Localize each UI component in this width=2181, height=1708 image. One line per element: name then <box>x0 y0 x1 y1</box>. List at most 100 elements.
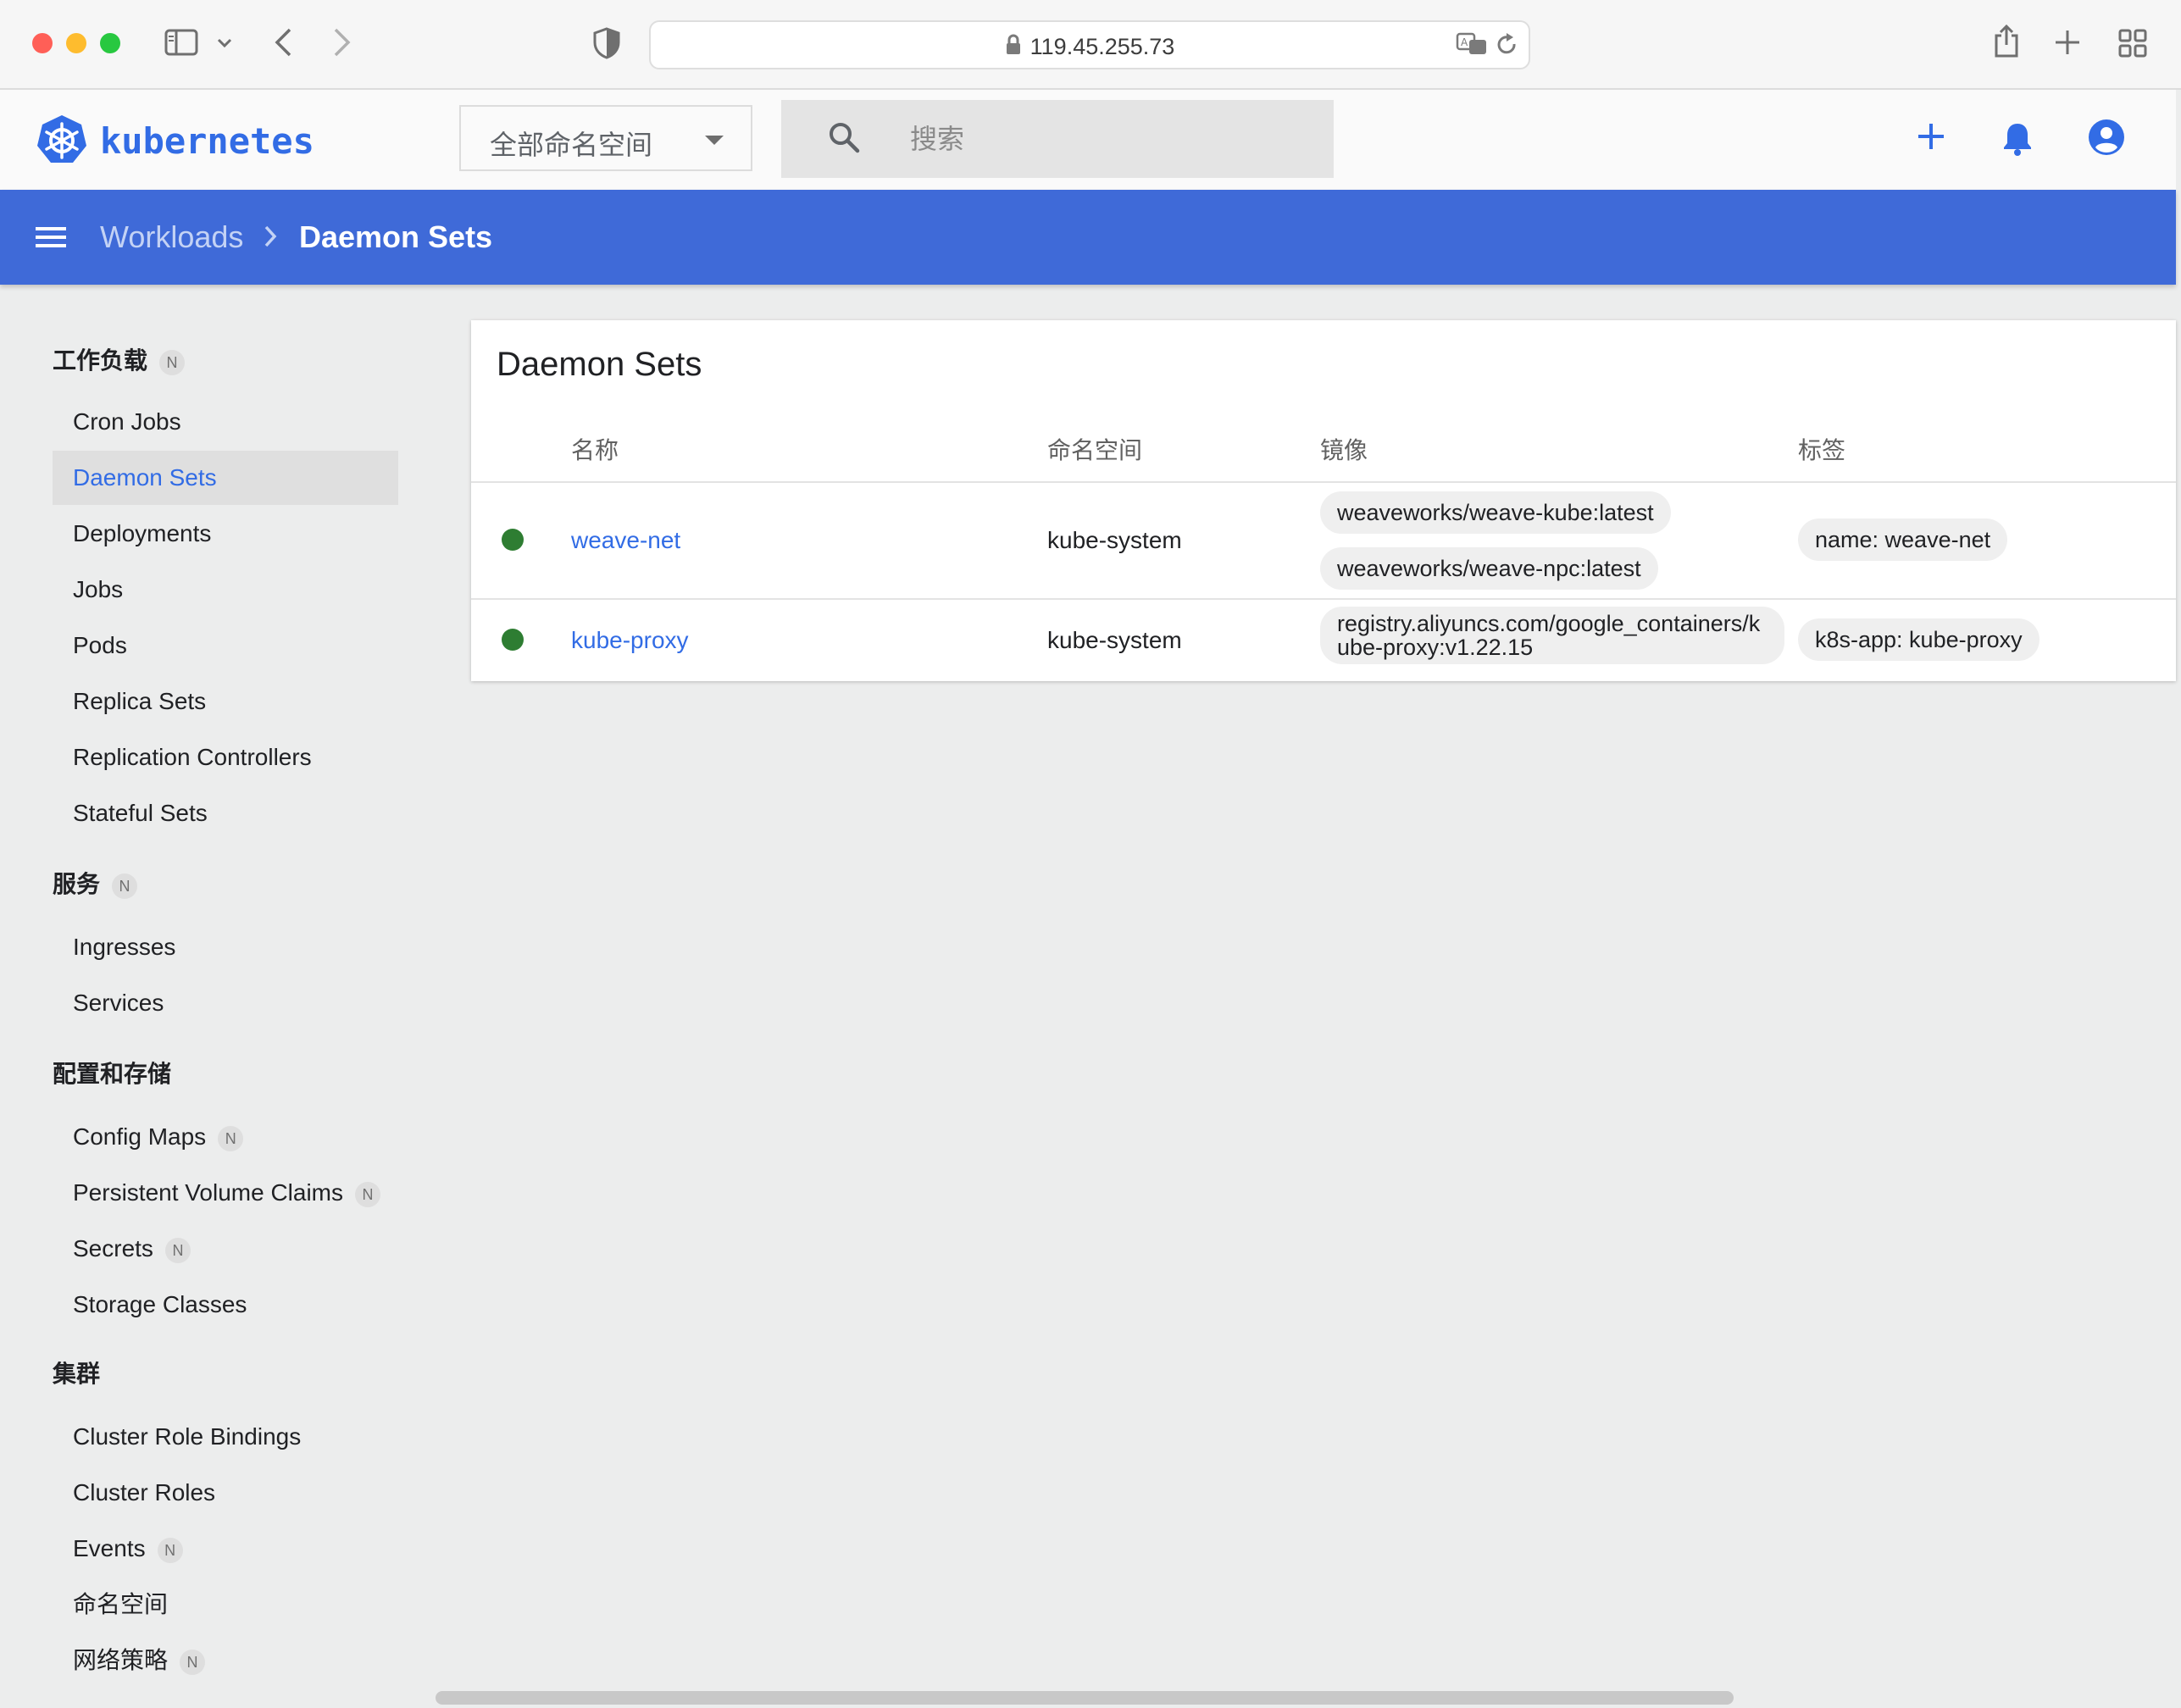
sidebar-section-cluster[interactable]: 集群 <box>53 1356 100 1389</box>
sidebar-item-label: Replication Controllers <box>73 744 312 770</box>
sidebar-item-cluster-roles[interactable]: Cluster Roles <box>53 1466 398 1520</box>
address-bar[interactable]: 119.45.255.73 A <box>649 20 1530 69</box>
tab-overview-icon[interactable] <box>2118 29 2147 62</box>
sidebar-item-label: 命名空间 <box>73 1591 169 1617</box>
status-running-icon <box>502 629 524 651</box>
sidebar-item-pods[interactable]: Pods <box>53 618 398 673</box>
table-divider <box>471 598 2176 600</box>
new-badge: N <box>159 349 186 375</box>
notifications-bell-icon[interactable] <box>2001 120 2034 160</box>
sidebar-item-stateful-sets[interactable]: Stateful Sets <box>53 786 398 840</box>
table-divider <box>471 481 2176 483</box>
new-badge: N <box>164 1237 191 1263</box>
namespace-select[interactable]: 全部命名空间 <box>459 105 752 171</box>
sidebar-item-secrets[interactable]: Secrets N <box>53 1222 398 1276</box>
search-box[interactable] <box>781 100 1334 178</box>
sidebar-item-label: Ingresses <box>73 934 176 960</box>
dropdown-arrow-icon <box>705 136 724 145</box>
sidebar-nav: 工作负载 N Cron Jobs Daemon Sets Deployments … <box>0 285 441 1700</box>
column-header-labels: 标签 <box>1798 437 1846 463</box>
daemonset-namespace: kube-system <box>1047 527 1182 553</box>
translate-icon[interactable]: A <box>1456 32 1488 60</box>
sidebar-item-label: Cluster Roles <box>73 1479 216 1506</box>
sidebar-item-label: 网络策略 <box>73 1647 169 1673</box>
sidebar-section-services[interactable]: 服务 N <box>53 866 138 900</box>
sidebar-item-label: Config Maps <box>73 1123 207 1150</box>
sidebar-item-persistent-volume-claims[interactable]: Persistent Volume Claims N <box>53 1166 398 1220</box>
kubernetes-logo-icon[interactable] <box>36 114 88 170</box>
sidebar-toggle-icon[interactable] <box>164 29 198 60</box>
chevron-right-icon <box>261 224 280 253</box>
window-zoom-button[interactable] <box>100 33 120 53</box>
horizontal-scrollbar[interactable] <box>436 1691 1734 1705</box>
sidebar-item-namespaces[interactable]: 命名空间 <box>53 1578 398 1632</box>
sidebar-section-workloads[interactable]: 工作负载 N <box>53 342 186 376</box>
label-chip: name: weave-net <box>1798 518 2008 561</box>
new-badge: N <box>355 1181 381 1207</box>
column-header-images: 镜像 <box>1320 437 1368 463</box>
sidebar-section-title: 工作负载 <box>53 347 148 374</box>
hamburger-menu-icon[interactable] <box>34 224 68 255</box>
image-chip: registry.aliyuncs.com/google_containers/… <box>1320 607 1784 664</box>
sidebar-section-title: 服务 <box>53 871 101 897</box>
sidebar-item-config-maps[interactable]: Config Maps N <box>53 1110 398 1164</box>
sidebar-item-deployments[interactable]: Deployments <box>53 507 398 561</box>
browser-chrome: 119.45.255.73 A <box>0 0 2181 90</box>
sidebar-item-label: Cron Jobs <box>73 408 181 435</box>
window-minimize-button[interactable] <box>66 33 86 53</box>
sidebar-item-events[interactable]: Events N <box>53 1522 398 1576</box>
sidebar-item-label: Pods <box>73 632 127 658</box>
image-chip: weaveworks/weave-kube:latest <box>1320 491 1671 534</box>
daemonset-namespace: kube-system <box>1047 627 1182 653</box>
privacy-shield-icon[interactable] <box>593 27 620 64</box>
breadcrumb-workloads[interactable]: Workloads <box>100 219 243 255</box>
sidebar-item-label: Replica Sets <box>73 688 207 714</box>
column-header-namespace[interactable]: 命名空间 <box>1047 432 1142 466</box>
breadcrumb-current: Daemon Sets <box>299 219 493 254</box>
sidebar-item-label: Jobs <box>73 576 124 602</box>
new-badge: N <box>218 1125 244 1151</box>
new-tab-icon[interactable] <box>2054 29 2081 60</box>
new-badge: N <box>180 1649 206 1675</box>
brand-title[interactable]: kubernetes <box>100 120 314 162</box>
chevron-down-icon[interactable] <box>217 37 232 53</box>
sidebar-item-jobs[interactable]: Jobs <box>53 563 398 617</box>
sidebar-item-label: Storage Classes <box>73 1291 247 1317</box>
daemon-sets-card: Daemon Sets 名称 命名空间 镜像 标签 weave-net kube… <box>471 320 2176 681</box>
window-close-button[interactable] <box>32 33 53 53</box>
search-icon <box>827 120 861 158</box>
sidebar-item-replication-controllers[interactable]: Replication Controllers <box>53 730 398 785</box>
sidebar-item-storage-classes[interactable]: Storage Classes <box>53 1278 398 1332</box>
namespace-select-value: 全部命名空间 <box>490 130 653 160</box>
label-chip: k8s-app: kube-proxy <box>1798 618 2039 661</box>
breadcrumb-toolbar: Workloads Daemon Sets <box>0 190 2176 285</box>
sidebar-section-title: 集群 <box>53 1361 101 1387</box>
app-header: kubernetes 全部命名空间 <box>0 90 2176 190</box>
sidebar-item-replica-sets[interactable]: Replica Sets <box>53 674 398 729</box>
sidebar-item-daemon-sets[interactable]: Daemon Sets <box>53 451 398 505</box>
reload-icon[interactable] <box>1495 32 1518 62</box>
sidebar-item-label: Cluster Role Bindings <box>73 1423 302 1450</box>
search-input[interactable] <box>908 117 1318 161</box>
forward-icon[interactable] <box>332 27 352 62</box>
sidebar-item-cron-jobs[interactable]: Cron Jobs <box>53 395 398 449</box>
sidebar-item-label: Stateful Sets <box>73 800 208 826</box>
sidebar-item-network-policies[interactable]: 网络策略 N <box>53 1633 398 1688</box>
account-avatar-icon[interactable] <box>2088 119 2125 160</box>
sidebar-item-label: Secrets <box>73 1235 153 1262</box>
sidebar-item-label: Events <box>73 1535 146 1561</box>
sidebar-item-ingresses[interactable]: Ingresses <box>53 920 398 974</box>
sidebar-section-title: 配置和存储 <box>53 1061 172 1087</box>
sidebar-section-config-storage[interactable]: 配置和存储 <box>53 1056 171 1090</box>
status-running-icon <box>502 529 524 551</box>
image-chip: weaveworks/weave-npc:latest <box>1320 547 1658 590</box>
share-icon[interactable] <box>1993 24 2020 62</box>
svg-text:A: A <box>1461 36 1468 48</box>
column-header-name[interactable]: 名称 <box>571 432 619 466</box>
sidebar-item-services[interactable]: Services <box>53 976 398 1030</box>
daemonset-name-link[interactable]: weave-net <box>571 527 680 554</box>
create-plus-icon[interactable] <box>1917 122 1945 155</box>
back-icon[interactable] <box>273 27 293 62</box>
sidebar-item-cluster-role-bindings[interactable]: Cluster Role Bindings <box>53 1410 398 1464</box>
daemonset-name-link[interactable]: kube-proxy <box>571 627 689 654</box>
